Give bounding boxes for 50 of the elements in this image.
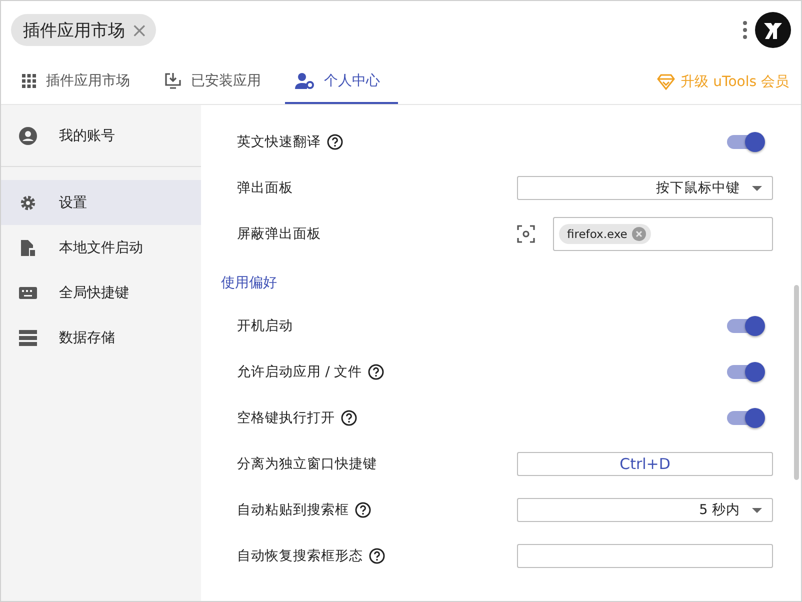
setting-label: 屏蔽弹出面板 [237,225,321,243]
nav-tab[interactable]: 个人中心 [285,59,398,104]
grid-icon [21,72,37,88]
focus-target-icon[interactable] [517,225,535,243]
toggle-switch[interactable] [727,360,765,384]
section-title: 使用偏好 [221,274,278,293]
gear-icon [19,194,37,212]
sidebar-item[interactable]: 全局快捷键 [1,270,201,315]
toggle-switch[interactable] [727,406,765,430]
keyboard-icon [19,286,37,300]
file-icon [19,238,37,256]
monitor-download-icon [164,72,182,90]
setting-label: 允许启动应用 / 文件 [237,363,362,381]
hotkey-field[interactable]: Ctrl+D [517,452,773,476]
help-icon[interactable] [355,502,371,518]
nav-tab[interactable]: 插件应用市场 [11,59,148,104]
input-field[interactable] [517,544,773,568]
more-icon[interactable] [743,20,747,40]
dropdown[interactable]: 按下鼠标中键 [517,176,773,200]
setting-label: 开机启动 [237,317,293,335]
help-icon[interactable] [327,134,343,150]
diamond-icon [656,74,675,90]
setting-label: 分离为独立窗口快捷键 [237,455,377,473]
nav-tab[interactable]: 已安装应用 [154,59,279,104]
help-icon[interactable] [341,410,357,426]
caret-icon [752,186,762,190]
setting-label: 自动粘贴到搜索框 [237,501,349,519]
setting-label: 英文快速翻译 [237,133,321,151]
dropdown[interactable]: 5 秒内 [517,498,773,522]
logo-icon[interactable] [755,12,791,48]
scrollbar-thumb[interactable] [794,285,799,480]
storage-icon [19,330,37,346]
sidebar-item[interactable]: 我的账号 [1,113,201,158]
chip-label: 插件应用市场 [23,20,125,42]
user-gear-icon [295,72,315,90]
app-tag: firefox.exe [559,224,652,244]
caret-icon [752,508,762,512]
toggle-switch[interactable] [727,130,765,154]
app-list-field[interactable]: firefox.exe [553,217,773,251]
sidebar-item[interactable]: 设置 [1,180,201,225]
setting-label: 空格键执行打开 [237,409,335,427]
sidebar-item[interactable]: 数据存储 [1,315,201,360]
plugin-chip[interactable]: 插件应用市场 × [11,14,156,46]
sidebar-item[interactable]: 本地文件启动 [1,225,201,270]
setting-label: 弹出面板 [237,179,293,197]
help-icon[interactable] [368,364,384,380]
help-icon[interactable] [369,548,385,564]
setting-label: 自动恢复搜索框形态 [237,547,363,565]
account-icon [19,126,37,144]
toggle-switch[interactable] [727,314,765,338]
